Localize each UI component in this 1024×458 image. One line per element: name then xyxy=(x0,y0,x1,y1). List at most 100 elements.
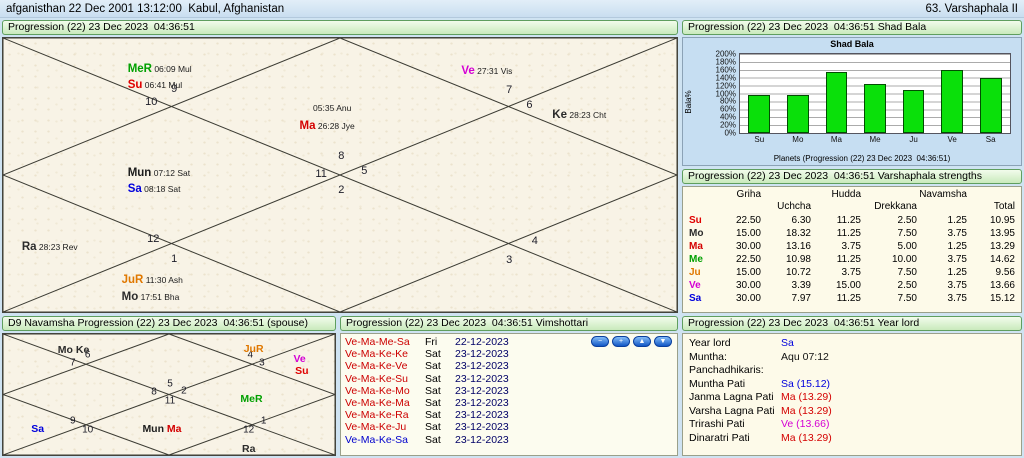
degree-text: 26:28 Jye xyxy=(315,121,355,132)
vimshottari-row[interactable]: Ve-Ma-Ke-Mo Sat 23-12-2023 xyxy=(345,385,673,397)
strength-value: 11.25 xyxy=(836,293,861,304)
planet-name: Ke xyxy=(72,344,90,357)
yearlord-label: Varsha Lagna Pati xyxy=(689,404,775,417)
degree-text: 27:31 Vis xyxy=(474,66,513,77)
degree-text: 28:23 Rev xyxy=(36,241,78,252)
planet-name: Ma xyxy=(299,120,316,133)
house-number: 6 xyxy=(526,99,533,112)
strength-value: 11.25 xyxy=(836,228,861,239)
yearlord-label: Muntha: xyxy=(689,350,727,363)
planet-label: Mun Ma xyxy=(142,419,181,437)
planet-name: Mun xyxy=(127,166,152,179)
strengths-row: Me 22.50 10.98 11.25 10.00 3.75 14.62 xyxy=(689,253,1015,266)
planet-name: Ma xyxy=(164,422,182,435)
shadbala-planet-tick: Mo xyxy=(792,135,804,144)
planet-label: Mo Ke xyxy=(58,340,90,358)
strengths-column-header: Uchcha xyxy=(777,201,811,212)
planet-name: Mo xyxy=(689,228,704,239)
house-number: 8 xyxy=(338,149,345,162)
rasi-chart-panel: Progression (22) 23 Dec 2023 04:36:51 89… xyxy=(2,20,678,313)
strength-value: 9.56 xyxy=(995,267,1015,278)
planet-label: JuR 11:30 Ash xyxy=(122,270,183,288)
strengths-row: Mo 15.00 18.32 11.25 7.50 3.75 13.95 xyxy=(689,227,1015,240)
planet-name: Sa xyxy=(689,293,702,304)
vimshottari-panel-header: Progression (22) 23 Dec 2023 04:36:51 Vi… xyxy=(340,316,678,331)
vimshottari-minus-button[interactable]: − xyxy=(591,336,609,347)
planet-label: MeR xyxy=(240,389,262,407)
navamsha-chart[interactable]: 5 6 7 8 9 10 11 12 1 2 3 4 Mo Ke JuR Ve Su MeR Sa Mun Ma Ra xyxy=(2,333,336,456)
navamsha-chart-panel: D9 Navamsha Progression (22) 23 Dec 2023… xyxy=(2,316,336,456)
shadbala-panel: Progression (22) 23 Dec 2023 04:36:51 Sh… xyxy=(682,20,1022,166)
planet-name: Su xyxy=(127,78,143,91)
planet-name: Ju xyxy=(689,267,701,278)
dasha-weekday: Sat xyxy=(425,384,441,397)
yearlord-table: Year lord Sa Muntha: Aqu 07:12 Panchadhikari… xyxy=(682,333,1022,456)
strength-value: 3.39 xyxy=(791,280,811,291)
strength-value: 2.50 xyxy=(897,280,917,291)
house-number: 11 xyxy=(164,395,176,407)
house-number: 2 xyxy=(181,385,187,397)
dasha-weekday: Fri xyxy=(425,336,438,348)
planet-name: Mo xyxy=(121,291,139,304)
vimshottari-row[interactable]: Ve-Ma-Ke-Ke Sat 23-12-2023 xyxy=(345,348,673,360)
strength-value: 7.97 xyxy=(791,293,811,304)
strengths-column-header: Total xyxy=(993,201,1015,212)
vimshottari-panel: Progression (22) 23 Dec 2023 04:36:51 Vi… xyxy=(340,316,678,456)
rasi-chart[interactable]: 8 9 10 11 2 5 12 1 3 4 6 7 MeR 06:09 Mul Su 06:41 Mul… xyxy=(2,37,678,313)
house-number: 4 xyxy=(531,234,538,247)
vimshottari-row[interactable]: Ve-Ma-Ke-Su Sat 23-12-2023 xyxy=(345,373,673,385)
strengths-row: Ju 15.00 10.72 3.75 7.50 1.25 9.56 xyxy=(689,266,1015,279)
degree-text: 06:41 Mul xyxy=(142,79,183,90)
dasha-start-date: 23-12-2023 xyxy=(455,421,509,434)
strength-value: 2.50 xyxy=(897,215,917,226)
yearlord-row: Muntha Pati Sa (15.12) xyxy=(689,378,1015,392)
yearlord-label: Dinaratri Pati xyxy=(689,431,750,444)
vimshottari-row[interactable]: Ve-Ma-Ke-Ve Sat 23-12-2023 xyxy=(345,360,673,372)
strengths-panel-header: Progression (22) 23 Dec 2023 04:36:51 Va… xyxy=(682,169,1022,184)
shadbala-planet-tick: Sa xyxy=(985,135,996,144)
dasha-start-date: 23-12-2023 xyxy=(455,384,509,397)
vimshottari-down-button[interactable]: ▼ xyxy=(654,336,672,347)
strength-value: 18.32 xyxy=(785,228,811,239)
strength-value: 3.75 xyxy=(947,280,967,291)
shadbala-y-tick: 0% xyxy=(724,128,736,138)
shadbala-planet-tick: Su xyxy=(754,135,765,144)
vimshottari-row[interactable]: Ve-Ma-Ke-Ma Sat 23-12-2023 xyxy=(345,397,673,409)
dasha-start-date: 23-12-2023 xyxy=(455,433,509,446)
house-number: 9 xyxy=(69,415,76,427)
vimshottari-row[interactable]: Ve-Ma-Ke-Ra Sat 23-12-2023 xyxy=(345,409,673,421)
planet-name: Su xyxy=(295,364,309,377)
rasi-chart-panel-header: Progression (22) 23 Dec 2023 04:36:51 xyxy=(2,20,678,35)
yearlord-label: Janma Lagna Pati xyxy=(689,391,774,403)
strength-value: 1.25 xyxy=(947,267,967,278)
strengths-panel: Progression (22) 23 Dec 2023 04:36:51 Va… xyxy=(682,169,1022,313)
vimshottari-list[interactable]: − + ▲ ▼ Ve-Ma-Me-Sa Fri 22-12-2023 Ve-Ma-Ke-Ke… xyxy=(340,333,678,456)
strength-value: 15.12 xyxy=(989,293,1015,304)
house-number: 3 xyxy=(506,253,513,266)
strength-value: 10.95 xyxy=(989,215,1015,226)
strengths-table-header: Griha Uchcha Hudda Drekkana Navamsha Total xyxy=(689,189,1015,213)
planet-label: 05:35 Anu xyxy=(313,98,351,116)
strengths-row: Su 22.50 6.30 11.25 2.50 1.25 10.95 xyxy=(689,214,1015,227)
planet-label: Mo 17:51 Bha xyxy=(122,287,180,305)
house-number: 10 xyxy=(145,96,158,109)
vimshottari-row[interactable]: Ve-Ma-Ke-Sa Sat 23-12-2023 xyxy=(345,434,673,446)
vimshottari-up-button[interactable]: ▲ xyxy=(633,336,651,347)
window-title-bar: afganisthan 22 Dec 2001 13:12:00 Kabul, … xyxy=(0,0,1024,18)
dasha-weekday: Sat xyxy=(425,433,441,446)
degree-text: 11:30 Ash xyxy=(143,274,183,285)
degree-text: 05:35 Anu xyxy=(313,103,352,114)
planet-name: Me xyxy=(689,254,703,265)
vimshottari-plus-button[interactable]: + xyxy=(612,336,630,347)
strengths-column-header: Navamsha xyxy=(919,189,967,200)
north-indian-chart-lines xyxy=(3,334,335,455)
vimshottari-row[interactable]: Ve-Ma-Ke-Ju Sat 23-12-2023 xyxy=(345,421,673,433)
planet-label: Sa 08:18 Sat xyxy=(128,179,181,197)
yearlord-value: Ma (13.29) xyxy=(781,404,832,417)
dasha-start-date: 23-12-2023 xyxy=(455,409,509,422)
strength-value: 30.00 xyxy=(735,241,761,252)
yearlord-row: Janma Lagna Pati Ma (13.29) xyxy=(689,391,1015,405)
strength-value: 3.75 xyxy=(947,254,967,265)
yearlord-value xyxy=(781,364,1015,378)
shadbala-bar-me xyxy=(864,83,886,133)
